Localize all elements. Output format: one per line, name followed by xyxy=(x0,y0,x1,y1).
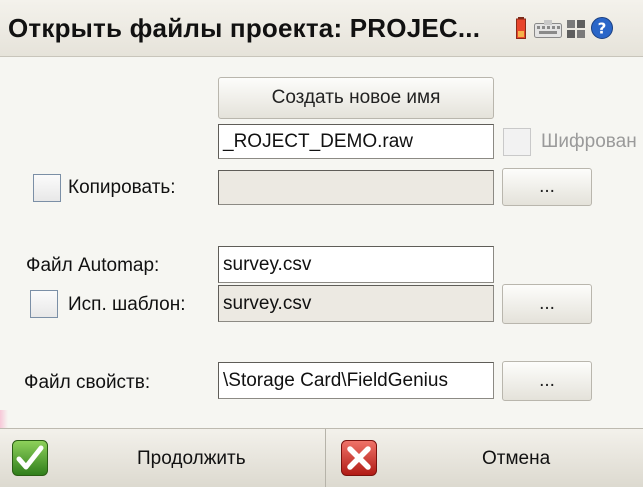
cancel-button[interactable]: Отмена xyxy=(326,429,643,487)
battery-icon[interactable] xyxy=(516,17,526,39)
project-filename-field[interactable]: _ROJECT_DEMO.raw xyxy=(218,124,494,159)
encrypt-label: Шифрован xyxy=(541,131,637,152)
continue-button[interactable]: Продолжить xyxy=(0,429,325,487)
continue-label: Продолжить xyxy=(137,448,246,469)
properties-browse-button[interactable]: ... xyxy=(502,361,592,401)
apps-icon[interactable] xyxy=(567,20,585,38)
template-file-field[interactable]: survey.csv xyxy=(218,285,494,322)
window-title: Открыть файлы проекта: PROJEC... xyxy=(8,13,481,43)
copy-path-field[interactable] xyxy=(218,170,494,205)
copy-checkbox[interactable] xyxy=(33,174,61,202)
encrypt-checkbox[interactable] xyxy=(503,128,531,156)
automap-label: Файл Automap: xyxy=(26,255,160,276)
title-bar: Открыть файлы проекта: PROJEC... ? xyxy=(0,0,643,57)
close-icon xyxy=(341,440,377,476)
properties-file-field[interactable]: \Storage Card\FieldGenius xyxy=(218,362,494,399)
use-template-checkbox[interactable] xyxy=(30,290,58,318)
help-icon[interactable]: ? xyxy=(591,17,613,39)
svg-text:?: ? xyxy=(598,20,607,38)
properties-label: Файл свойств: xyxy=(24,372,151,393)
checkmark-icon xyxy=(12,440,48,476)
create-new-name-button[interactable]: Создать новое имя xyxy=(218,77,494,119)
cancel-label: Отмена xyxy=(482,448,551,469)
copy-browse-button[interactable]: ... xyxy=(502,168,592,206)
keyboard-icon[interactable] xyxy=(534,20,562,38)
use-template-label: Исп. шаблон: xyxy=(68,294,186,315)
open-project-files-window: Открыть файлы проекта: PROJEC... ? Созда… xyxy=(0,0,643,487)
bottom-action-bar: Продолжить Отмена xyxy=(0,428,643,487)
copy-label: Копировать: xyxy=(68,177,176,198)
automap-file-field[interactable]: survey.csv xyxy=(218,246,494,283)
template-browse-button[interactable]: ... xyxy=(502,284,592,324)
